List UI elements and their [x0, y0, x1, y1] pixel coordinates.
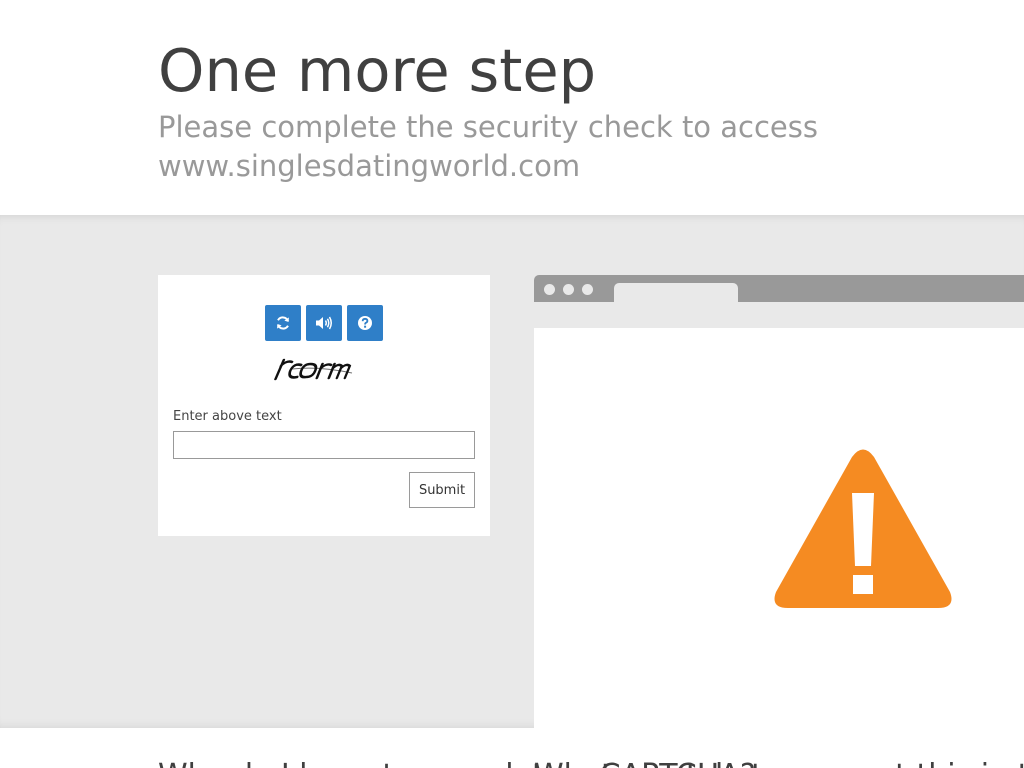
- page-title: One more step: [158, 36, 597, 105]
- captcha-toolbar: [265, 305, 383, 341]
- captcha-field-label: Enter above text: [173, 409, 282, 424]
- captcha-form: Enter above text Submit: [158, 275, 490, 536]
- refresh-captcha-button[interactable]: [265, 305, 301, 341]
- browser-titlebar: [534, 275, 1024, 302]
- window-dot: [563, 284, 574, 295]
- page-footer: Why do I have to complete a CAPTCHA? Wha…: [0, 728, 1024, 768]
- browser-illustration: [534, 275, 1024, 728]
- page-subtitle: Please complete the security check to ac…: [158, 110, 818, 183]
- help-icon: [358, 316, 372, 330]
- captcha-image: [274, 358, 353, 381]
- page-header: One more step Please complete the securi…: [0, 0, 1024, 215]
- help-captcha-button[interactable]: [347, 305, 383, 341]
- refresh-icon: [277, 316, 289, 330]
- footer-heading-prevent: What can I do to prevent this in the fut…: [534, 756, 1024, 768]
- captcha-input[interactable]: [173, 431, 475, 459]
- browser-tab: [614, 283, 738, 302]
- submit-button[interactable]: Submit: [409, 472, 475, 508]
- audio-captcha-button[interactable]: [306, 305, 342, 341]
- browser-viewport: [534, 328, 1024, 728]
- audio-icon: [316, 316, 332, 330]
- warning-icon: [774, 449, 952, 608]
- window-dot: [582, 284, 593, 295]
- browser-address-strip: [534, 302, 1024, 328]
- window-dot: [544, 284, 555, 295]
